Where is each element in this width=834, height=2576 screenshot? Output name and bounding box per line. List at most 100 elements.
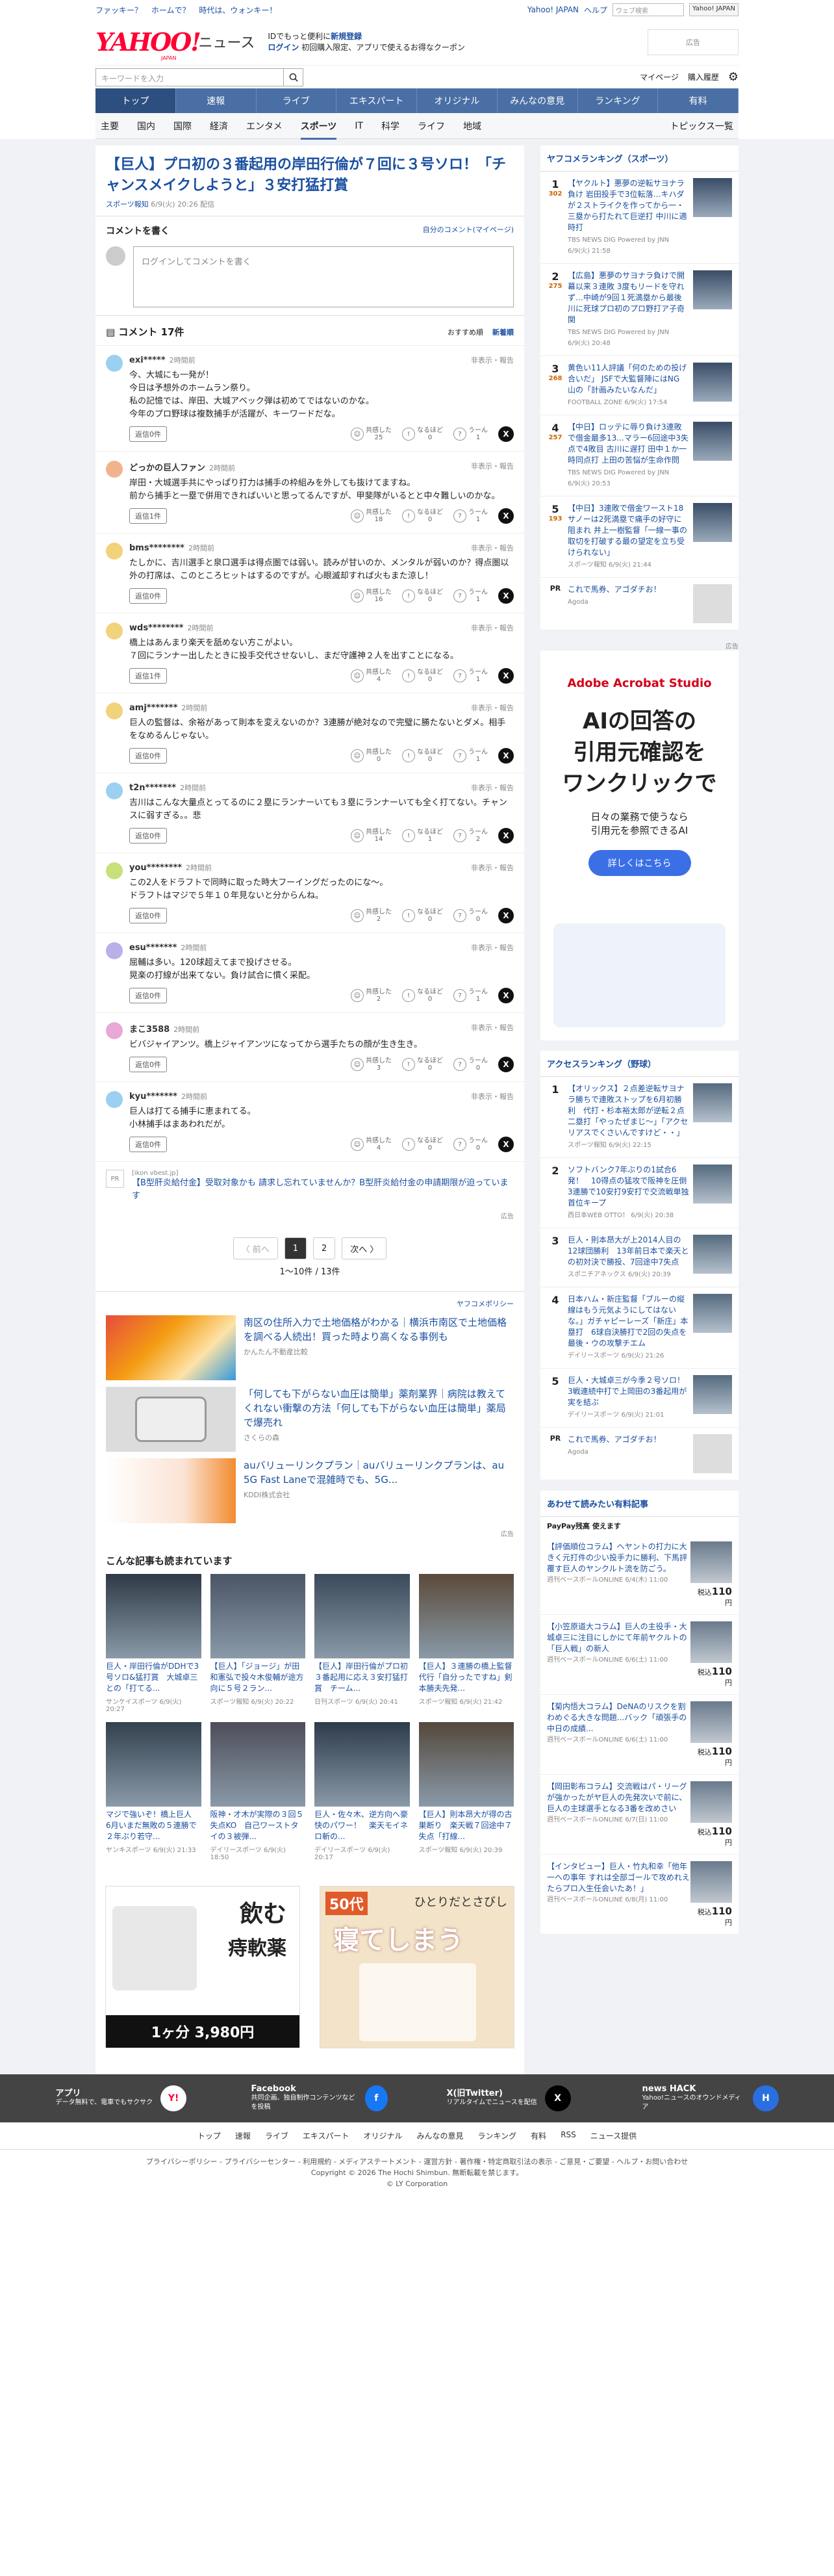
comment-user[interactable]: you******** bbox=[129, 863, 182, 873]
reply-button[interactable]: 返信1件 bbox=[129, 508, 167, 524]
help-link[interactable]: ヘルプ bbox=[584, 5, 607, 16]
comment-input[interactable]: ログインしてコメントを書く bbox=[133, 246, 514, 307]
comment-user[interactable]: kyu******* bbox=[129, 1092, 177, 1101]
news-search-input[interactable]: キーワードを入力 bbox=[95, 68, 284, 86]
ranking-item[interactable]: 3 268 黄色い11人評議「何のための投げ合いだ」 JSFで大監督陣にはNG 山… bbox=[540, 356, 739, 415]
ad-banner[interactable]: 50代 ひとりだとさびし 寝てしまう bbox=[320, 1886, 514, 2048]
nav-paid[interactable]: 有料 bbox=[658, 88, 739, 113]
hmm-button[interactable]: ? うーん 1 bbox=[453, 988, 488, 1003]
topics-list-link[interactable]: トピックス一覧 bbox=[670, 120, 733, 133]
nav-opinions[interactable]: みんなの意見 bbox=[498, 88, 578, 113]
footer-app[interactable]: Facebook 共同企画、独自制作コンテンツなどを投稿 f bbox=[251, 2085, 388, 2112]
ranking-item[interactable]: 2 ソフトバンク7年ぶりの1試合6発！ 10得点の猛攻で阪神を圧倒3連勝で10安… bbox=[540, 1158, 739, 1228]
cat-it[interactable]: IT bbox=[355, 121, 363, 131]
register-link[interactable]: 新規登録 bbox=[331, 32, 362, 41]
reply-button[interactable]: 返信0件 bbox=[129, 1057, 167, 1072]
ad-item[interactable]: 南区の住所入力で土地価格がわかる｜横浜市南区で土地価格を調べる人続出！買った時よ… bbox=[106, 1315, 514, 1380]
x-share-icon[interactable]: X bbox=[498, 908, 514, 923]
purchase-history-link[interactable]: 購入履歴 bbox=[688, 71, 719, 83]
paid-item[interactable]: 【評価順位コラム】ヘヤントの打力に大きく元打件の少い投手力に勝利、下馬評覆す巨人… bbox=[540, 1535, 739, 1615]
empathy-button[interactable]: ☺ 共感した 18 bbox=[351, 509, 392, 523]
paid-item[interactable]: 【菊内悟大コラム】DeNAのリスクを割わめぐる大きな問題...バック「頑張手の中… bbox=[540, 1695, 739, 1775]
report-link[interactable]: 非表示・報告 bbox=[471, 862, 514, 873]
nav-original[interactable]: オリジナル bbox=[417, 88, 498, 113]
hmm-button[interactable]: ? うーん 0 bbox=[453, 908, 488, 923]
comment-user[interactable]: exi***** bbox=[129, 355, 166, 365]
empathy-button[interactable]: ☺ 共感した 3 bbox=[351, 1057, 392, 1072]
x-share-icon[interactable]: X bbox=[498, 828, 514, 844]
cat-domestic[interactable]: 国内 bbox=[137, 120, 155, 133]
x-share-icon[interactable]: X bbox=[498, 988, 514, 1003]
yahoo-japan-link[interactable]: Yahoo! JAPAN bbox=[527, 5, 579, 14]
top-link[interactable]: ホームで？ bbox=[151, 6, 190, 15]
hmm-button[interactable]: ? うーん 1 bbox=[453, 509, 488, 523]
footer-link[interactable]: オリジナル bbox=[364, 2130, 403, 2141]
header-banner[interactable]: 広告 bbox=[648, 29, 739, 55]
empathy-button[interactable]: ☺ 共感した 2 bbox=[351, 988, 392, 1003]
paid-item[interactable]: 【インタビュー】巨人・竹丸和幸「他年一への事年 すれは全部ゴールで攻めれえたらプ… bbox=[540, 1855, 739, 1935]
hmm-button[interactable]: ? うーん 0 bbox=[453, 1137, 488, 1152]
cat-science[interactable]: 科学 bbox=[381, 120, 399, 133]
report-link[interactable]: 非表示・報告 bbox=[471, 1091, 514, 1101]
ad-banner[interactable]: 飲む 痔軟薬 1ヶ分 3,980円 bbox=[105, 1886, 300, 2048]
comment-user[interactable]: bms******** bbox=[129, 543, 184, 553]
also-read-item[interactable]: 【巨人】則本昂大が得の古巣断り 楽天戦７回途中７失点「打線... スポーツ報知 … bbox=[418, 1722, 514, 1861]
cat-entertainment[interactable]: エンタメ bbox=[246, 120, 283, 133]
comment-user[interactable]: t2n******* bbox=[129, 783, 176, 793]
ranking-item[interactable]: 5 巨人・大城卓三が今季２号ソロ！ 3戦連続中打で上岡田の3番起用が実を結ぶ デイ… bbox=[540, 1369, 739, 1428]
naruhodo-button[interactable]: ! なるほど 0 bbox=[402, 509, 443, 523]
gear-icon[interactable]: ⚙ bbox=[728, 70, 739, 84]
footer-link[interactable]: 速報 bbox=[235, 2130, 251, 2141]
comment-user[interactable]: amj******* bbox=[129, 703, 177, 713]
naruhodo-button[interactable]: ! なるほど 0 bbox=[402, 1057, 443, 1072]
reply-button[interactable]: 返信0件 bbox=[129, 908, 167, 923]
also-read-item[interactable]: 【巨人】３連勝の橋上監督代行「自分ったですね」剣本勝夫先発... スポーツ報知 … bbox=[418, 1574, 514, 1713]
ranking-item[interactable]: 3 巨人・則本昂大が上2014人目の12球団勝利 13年前日本で楽天との初対決で… bbox=[540, 1228, 739, 1287]
login-link[interactable]: ログイン bbox=[268, 43, 299, 52]
footer-app[interactable]: news HACK Yahoo!ニュースのオウンドメディア H bbox=[642, 2085, 779, 2112]
comment-user[interactable]: どっかの巨人ファン bbox=[129, 463, 205, 473]
report-link[interactable]: 非表示・報告 bbox=[471, 1022, 514, 1035]
report-link[interactable]: 非表示・報告 bbox=[471, 461, 514, 473]
cat-economy[interactable]: 経済 bbox=[210, 120, 228, 133]
hmm-button[interactable]: ? うーん 1 bbox=[453, 589, 488, 603]
footer-link[interactable]: ライブ bbox=[265, 2130, 288, 2141]
top-link[interactable]: 時代は、ウォンキー！ bbox=[199, 6, 277, 15]
reply-button[interactable]: 返信0件 bbox=[129, 426, 167, 442]
nav-ranking[interactable]: ランキング bbox=[578, 88, 659, 113]
web-search-input[interactable]: ウェブ検索 bbox=[613, 3, 685, 16]
x-share-icon[interactable]: X bbox=[498, 1137, 514, 1152]
also-read-item[interactable]: 阪神・才木が実際の３回５失点KO 自己ワーストタイの３被弾... デイリースポー… bbox=[210, 1722, 305, 1861]
footer-app[interactable]: X(旧Twitter) リアルタイムでニュースを配信 X bbox=[447, 2085, 583, 2112]
ranking-item[interactable]: 1 【オリックス】２点差逆転サヨナラ勝ちで連敗ストップを6月初勝利 代打・杉本裕… bbox=[540, 1077, 739, 1158]
yahoo-news-logo[interactable]: YAHOO! JAPAN ニュース bbox=[95, 30, 255, 62]
ranking-item[interactable]: 2 275 【広島】悪夢のサヨナラ負けで開幕以来３連敗 3度もリードを守れず…中崎… bbox=[540, 264, 739, 356]
reply-button[interactable]: 返信0件 bbox=[129, 1137, 167, 1152]
ranking-item[interactable]: 5 193 【中日】3連敗で借金ワースト18 サノーは2死満塁で痛手の好守に阻まれ… bbox=[540, 496, 739, 578]
reply-button[interactable]: 返信0件 bbox=[129, 588, 167, 604]
web-search-button[interactable]: Yahoo! JAPAN bbox=[689, 3, 739, 16]
ranking-pr[interactable]: PR これで馬券、アゴダチお！ Agoda bbox=[540, 1428, 739, 1480]
nav-breaking[interactable]: 速報 bbox=[176, 88, 257, 113]
sort-recommended[interactable]: おすすめ順 bbox=[448, 327, 483, 337]
prev-page-button[interactable]: 〈 前へ bbox=[233, 1237, 278, 1259]
empathy-button[interactable]: ☺ 共感した 0 bbox=[351, 749, 392, 763]
x-share-icon[interactable]: X bbox=[498, 668, 514, 684]
comment-user[interactable]: esu******* bbox=[129, 943, 177, 953]
ranking-pr[interactable]: PR これで馬券、アゴダチお！ Agoda bbox=[540, 578, 739, 630]
report-link[interactable]: 非表示・報告 bbox=[471, 355, 514, 365]
naruhodo-button[interactable]: ! なるほど 1 bbox=[402, 829, 443, 843]
naruhodo-button[interactable]: ! なるほど 0 bbox=[402, 988, 443, 1003]
cat-sports[interactable]: スポーツ bbox=[300, 120, 337, 140]
policy-link[interactable]: ヤフコメポリシー bbox=[106, 1298, 514, 1309]
naruhodo-button[interactable]: ! なるほど 0 bbox=[402, 669, 443, 683]
hmm-button[interactable]: ? うーん 1 bbox=[453, 669, 488, 683]
reply-button[interactable]: 返信1件 bbox=[129, 668, 167, 684]
report-link[interactable]: 非表示・報告 bbox=[471, 543, 514, 553]
cat-world[interactable]: 国際 bbox=[173, 120, 192, 133]
reply-button[interactable]: 返信0件 bbox=[129, 828, 167, 844]
promo-ad[interactable]: PR [ikon vbest.jp] 【B型肝炎給付金】受取対象かも 請求し忘れて… bbox=[95, 1161, 524, 1211]
ad-cta-button[interactable]: 詳しくはこちら bbox=[588, 850, 691, 876]
empathy-button[interactable]: ☺ 共感した 16 bbox=[351, 589, 392, 603]
cat-region[interactable]: 地域 bbox=[463, 120, 481, 133]
